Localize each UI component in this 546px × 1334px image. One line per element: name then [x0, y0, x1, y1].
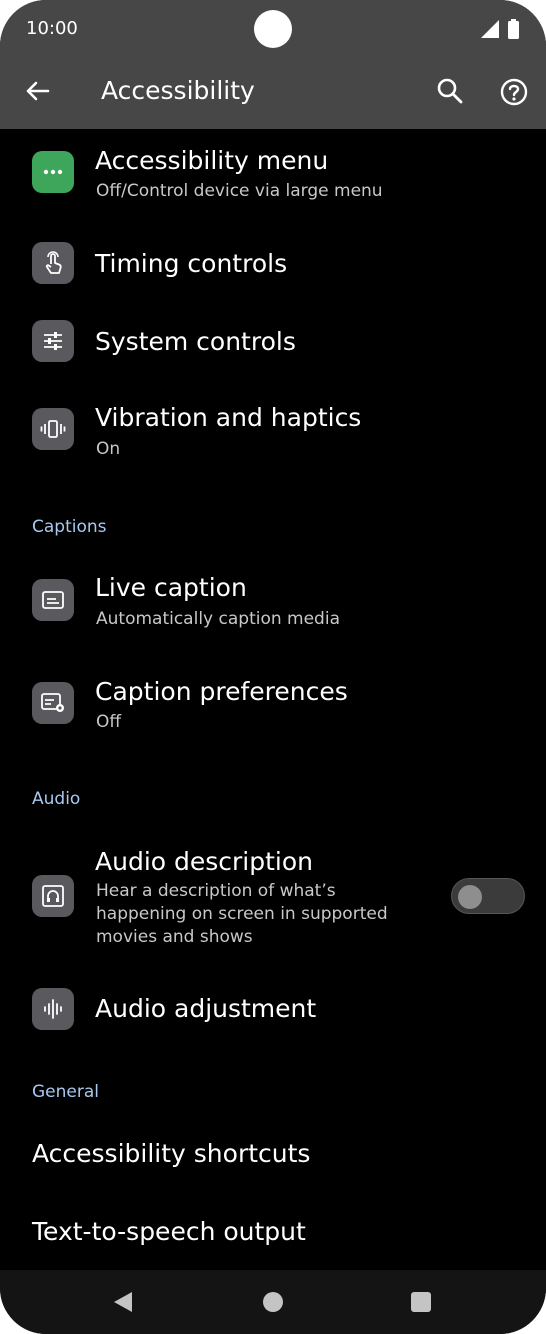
- list-item-text-to-speech[interactable]: Text-to-speech output: [0, 1202, 546, 1262]
- item-title: System controls: [95, 327, 296, 356]
- more-horiz-icon: [32, 151, 74, 193]
- cellular-signal-icon: [481, 20, 499, 38]
- touch-hand-icon: [32, 242, 74, 284]
- page-title: Accessibility: [101, 76, 255, 105]
- camera-cutout: [254, 10, 292, 48]
- item-title: Timing controls: [95, 249, 288, 278]
- item-subtitle: Hear a description of what’s happening o…: [96, 881, 388, 947]
- caption-icon: [32, 579, 74, 621]
- help-icon[interactable]: [496, 74, 532, 110]
- tune-sliders-icon: [32, 320, 74, 362]
- nav-home-icon[interactable]: [263, 1292, 283, 1312]
- back-arrow-icon[interactable]: [20, 74, 54, 108]
- waveform-icon: [32, 988, 74, 1030]
- nav-recents-icon[interactable]: [411, 1292, 431, 1312]
- list-item-caption-preferences[interactable]: Caption preferences Off: [0, 664, 546, 744]
- list-item-system-controls[interactable]: System controls: [0, 310, 546, 374]
- caption-settings-icon: [32, 682, 74, 724]
- phone-screen: 10:00 Accessibility Accessibility menu O…: [0, 0, 546, 1334]
- list-item-audio-adjustment[interactable]: Audio adjustment: [0, 978, 546, 1042]
- audio-description-toggle[interactable]: [451, 878, 525, 914]
- section-header-audio: Audio: [32, 789, 81, 809]
- list-item-vibration-haptics[interactable]: Vibration and haptics On: [0, 390, 546, 470]
- item-title: Vibration and haptics: [95, 403, 362, 432]
- audio-description-icon: [32, 875, 74, 917]
- list-item-live-caption[interactable]: Live caption Automatically caption media: [0, 562, 546, 642]
- item-subtitle: Off: [96, 712, 122, 732]
- list-item-timing-controls[interactable]: Timing controls: [0, 232, 546, 296]
- item-subtitle: Automatically caption media: [96, 609, 340, 629]
- list-item-accessibility-menu[interactable]: Accessibility menu Off/Control device vi…: [0, 140, 546, 220]
- item-subtitle: On: [96, 439, 121, 459]
- nav-back-icon[interactable]: [112, 1290, 134, 1314]
- top-app-bar: 10:00 Accessibility: [0, 0, 546, 129]
- vibration-icon: [32, 408, 74, 450]
- item-title: Caption preferences: [95, 677, 348, 706]
- section-header-captions: Captions: [32, 517, 107, 537]
- battery-icon: [508, 19, 519, 39]
- item-title: Text-to-speech output: [32, 1217, 306, 1246]
- section-header-general: General: [32, 1082, 99, 1102]
- item-title: Live caption: [95, 573, 247, 602]
- item-title: Accessibility shortcuts: [32, 1139, 311, 1168]
- status-time: 10:00: [26, 18, 78, 39]
- item-title: Accessibility menu: [95, 146, 329, 175]
- status-bar: 10:00: [0, 0, 546, 60]
- toggle-knob: [458, 885, 482, 909]
- item-subtitle: Off/Control device via large menu: [96, 181, 383, 201]
- item-title: Audio description: [95, 847, 314, 876]
- search-icon[interactable]: [433, 74, 467, 108]
- list-item-accessibility-shortcuts[interactable]: Accessibility shortcuts: [0, 1124, 546, 1184]
- item-title: Audio adjustment: [95, 994, 317, 1023]
